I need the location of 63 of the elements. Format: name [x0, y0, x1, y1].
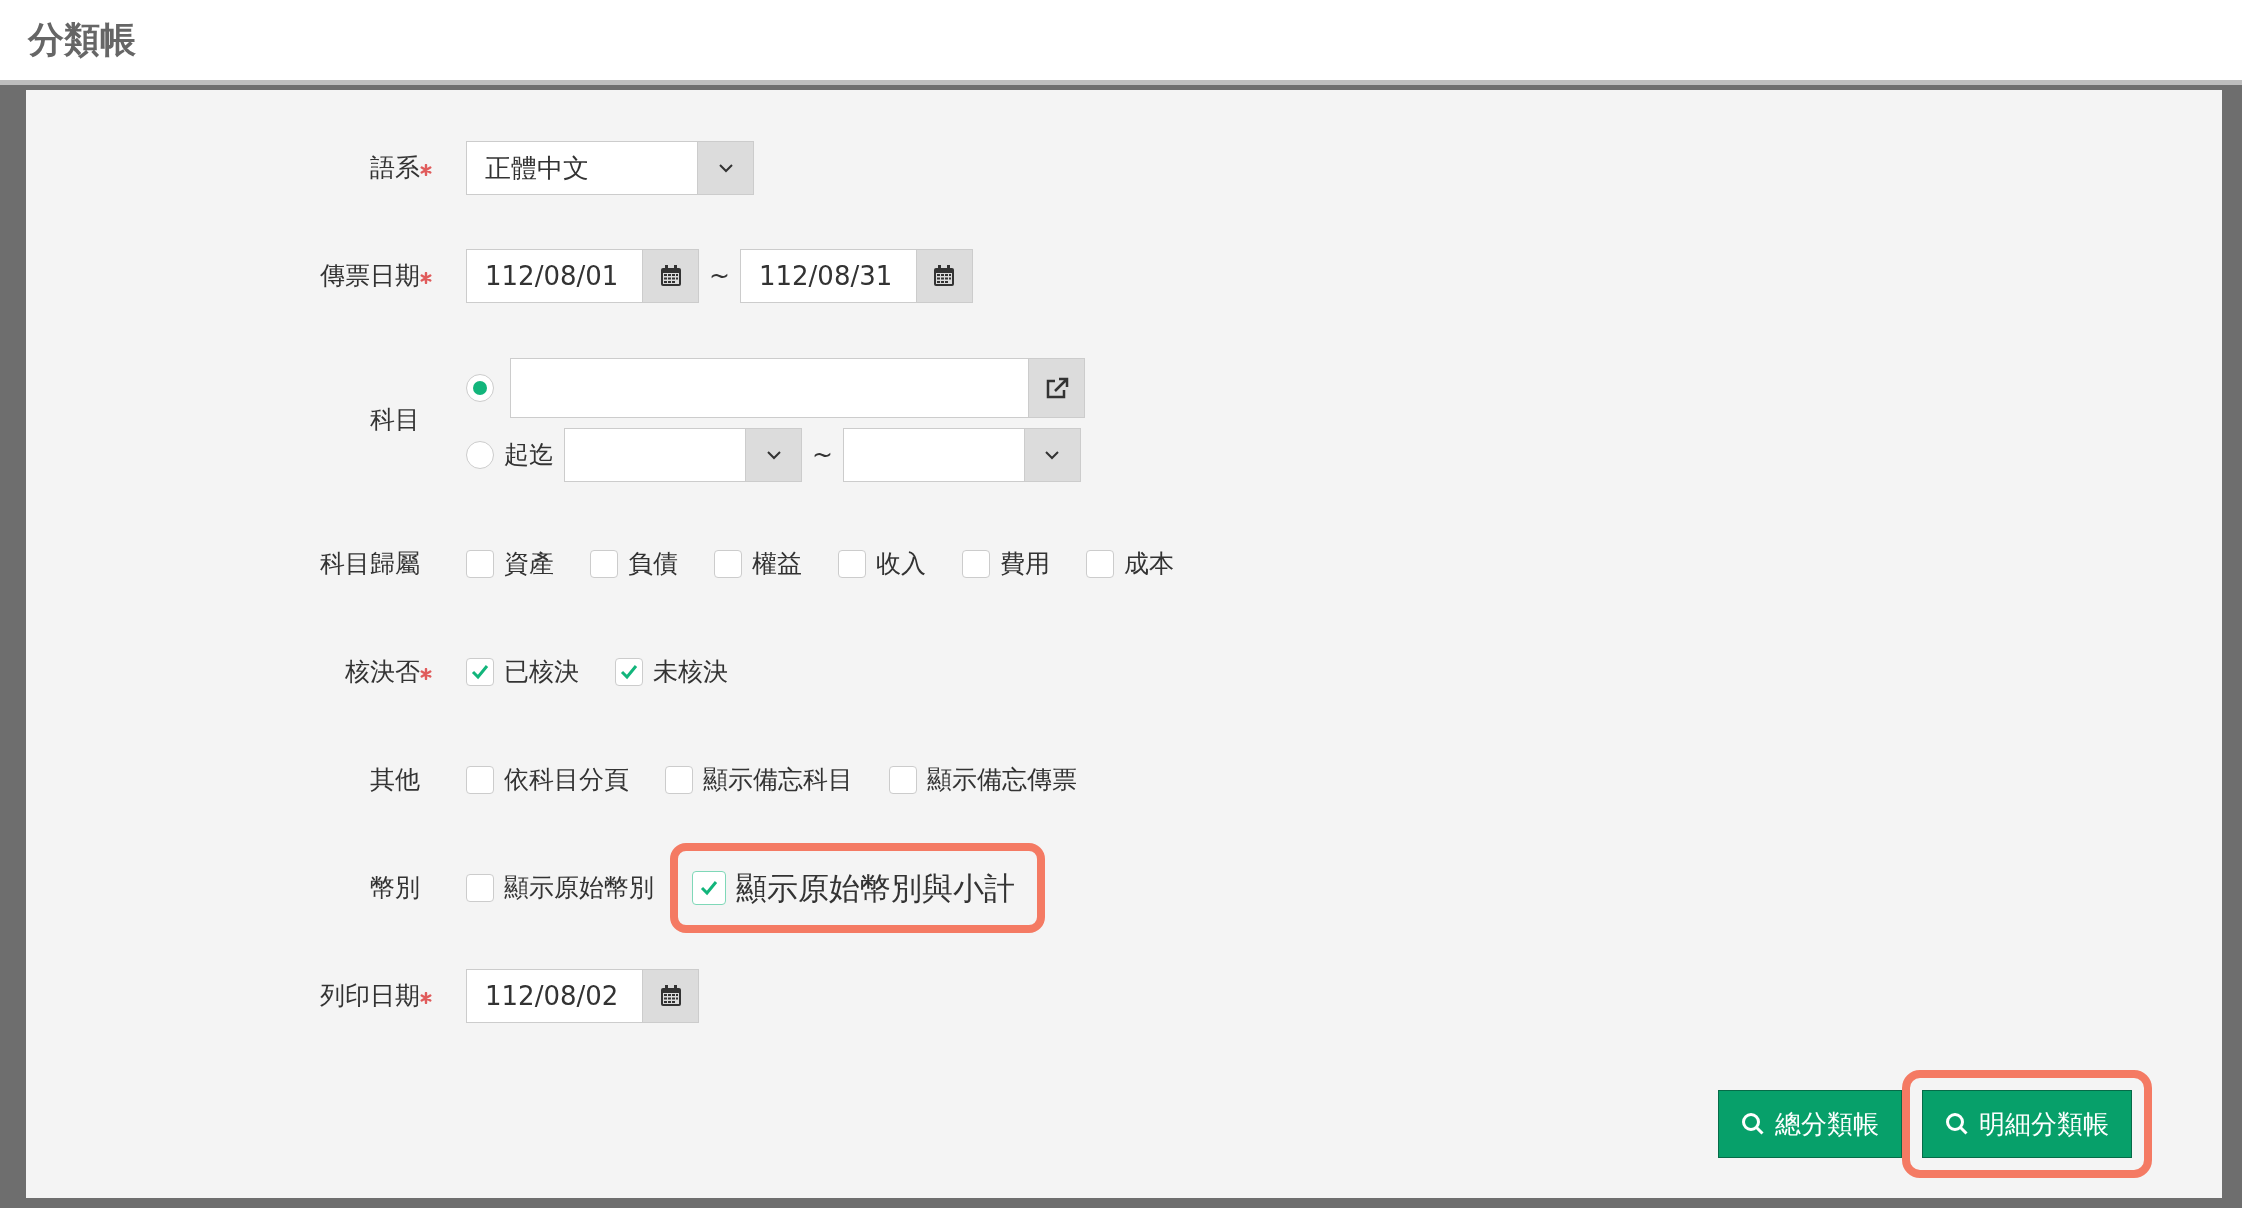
chevron-down-icon	[765, 450, 782, 460]
radio-button[interactable]	[466, 374, 494, 402]
checkbox[interactable]	[1086, 550, 1114, 578]
checkbox-label: 資產	[504, 548, 554, 581]
checkbox-label: 顯示原始幣別與小計	[736, 868, 1015, 908]
checkbox-label: 顯示備忘科目	[703, 764, 853, 797]
field-label: 傳票日期	[320, 260, 420, 293]
field-value: 112/08/31	[758, 259, 893, 293]
checkbox[interactable]	[590, 550, 618, 578]
checkbox-label: 未核決	[653, 656, 728, 689]
chevron-down-icon	[1044, 450, 1061, 460]
checkbox-label: 顯示原始幣別	[504, 872, 654, 905]
range-separator: ~	[709, 260, 730, 293]
field-label: 其他	[370, 764, 420, 797]
checkbox[interactable]	[466, 550, 494, 578]
check-icon	[700, 880, 718, 896]
check-icon	[620, 664, 638, 680]
date-field[interactable]: 112/08/01	[466, 249, 699, 303]
field-label: 科目	[370, 404, 420, 437]
calendar-icon	[933, 265, 956, 287]
checkbox-label: 顯示備忘傳票	[927, 764, 1077, 797]
external-link-icon	[1044, 377, 1069, 399]
search-icon	[1945, 1112, 1969, 1136]
checkbox[interactable]	[466, 874, 494, 902]
radio-label: 起迄	[504, 439, 554, 472]
field-value: 112/08/02	[485, 979, 619, 1013]
checkbox-label: 費用	[1000, 548, 1050, 581]
checkbox[interactable]	[714, 550, 742, 578]
checkbox-label: 收入	[876, 548, 926, 581]
field-label: 核決否	[345, 656, 420, 689]
checkbox-label: 成本	[1124, 548, 1174, 581]
field-label: 科目歸屬	[320, 548, 420, 581]
checkbox-label: 負債	[628, 548, 678, 581]
field-value: 112/08/01	[485, 259, 619, 293]
checkbox[interactable]	[665, 766, 693, 794]
checkbox[interactable]	[615, 658, 643, 686]
select-field[interactable]	[564, 428, 802, 482]
checkbox[interactable]	[962, 550, 990, 578]
calendar-icon	[659, 985, 682, 1007]
checkbox-label: 依科目分頁	[504, 764, 629, 797]
page-title: 分類帳	[28, 18, 136, 62]
date-field[interactable]: 112/08/02	[466, 969, 699, 1023]
field-label: 列印日期	[320, 980, 420, 1013]
radio-button[interactable]	[466, 441, 494, 469]
date-field[interactable]: 112/08/31	[739, 249, 973, 303]
checkbox[interactable]	[838, 550, 866, 578]
checkbox[interactable]	[466, 658, 494, 686]
account-field[interactable]	[510, 358, 1085, 418]
range-separator: ~	[812, 439, 833, 472]
calendar-icon	[659, 265, 682, 287]
check-icon	[471, 664, 489, 680]
select-field[interactable]: 正體中文	[466, 141, 754, 195]
checkbox[interactable]	[692, 871, 726, 905]
checkbox-label: 權益	[752, 548, 802, 581]
checkbox[interactable]	[889, 766, 917, 794]
select-field[interactable]	[842, 428, 1081, 482]
field-value: 正體中文	[485, 151, 589, 185]
chevron-down-icon	[717, 163, 734, 173]
field-label: 幣別	[370, 872, 420, 905]
field-label: 語系	[370, 152, 420, 185]
checkbox[interactable]	[466, 766, 494, 794]
search-icon	[1741, 1112, 1765, 1136]
checkbox-label: 已核決	[504, 656, 579, 689]
